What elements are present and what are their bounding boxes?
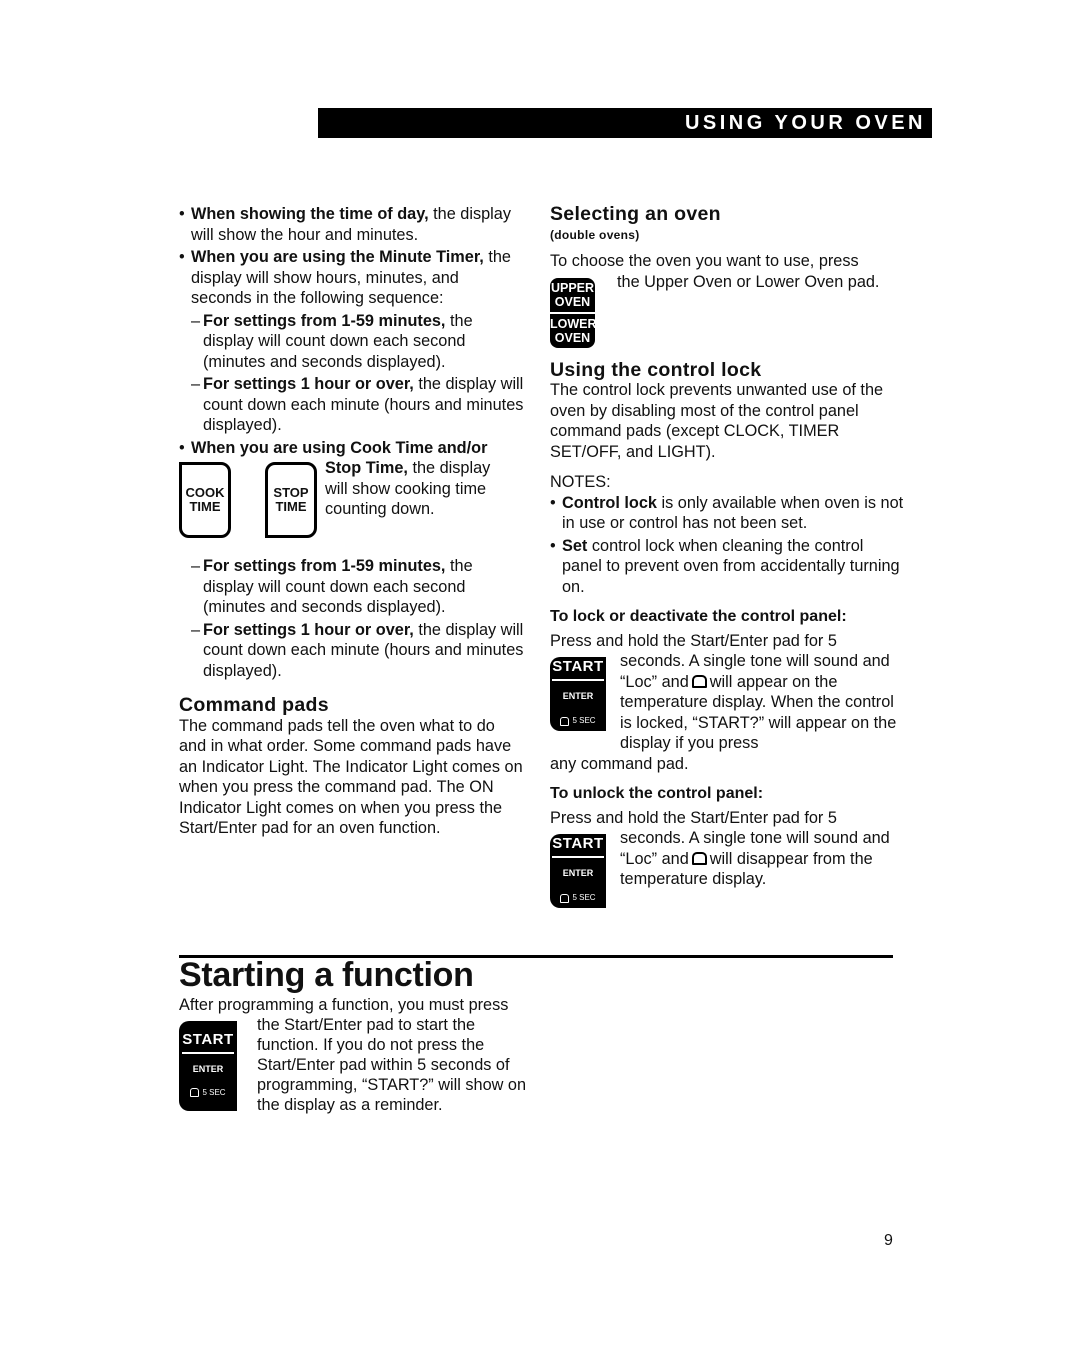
lock-steps-text: seconds. A single tone will sound and “L… <box>620 652 897 752</box>
left-column: When showing the time of day, the displa… <box>179 204 524 839</box>
starting-function-line1: After programming a function, you must p… <box>179 996 509 1014</box>
start-enter-pad-lock: START ENTER 5 SEC <box>550 657 606 731</box>
control-lock-body: The control lock prevents unwanted use o… <box>550 381 884 461</box>
cook-dash-1-hour: For settings 1 hour or over, the display… <box>179 620 524 682</box>
cook-time-pad: COOK TIME <box>179 462 231 538</box>
page-number: 9 <box>884 1232 893 1249</box>
stop-time-pad: STOP TIME <box>265 462 317 538</box>
cook-stop-pads-row: COOK TIME STOP TIME Stop Time, the display… <box>179 458 524 538</box>
oven-pads: UPPER OVEN LOWER OVEN <box>550 277 597 348</box>
start-enter-pad-unlock: START ENTER 5 SEC <box>550 834 606 908</box>
command-pads-body: The command pads tell the oven what to d… <box>179 716 523 838</box>
selecting-oven-subheading: (double ovens) <box>550 227 640 242</box>
lock-steps-row: START ENTER 5 SEC seconds. A single tone… <box>550 651 905 754</box>
bullet-minute-timer: When you are using the Minute Timer, the… <box>179 247 524 309</box>
timer-dash-1-59-minutes: For settings from 1-59 minutes, the disp… <box>179 311 524 373</box>
starting-function-heading: Starting a function <box>179 956 474 994</box>
right-column: Selecting an oven (double ovens) To choo… <box>550 204 905 908</box>
lock-steps-heading: To lock or deactivate the control panel: <box>550 608 847 625</box>
timer-dash-1-hour: For settings 1 hour or over, the display… <box>179 374 524 436</box>
section-header-title: USING YOUR OVEN <box>684 111 926 134</box>
lock-icon <box>190 1088 200 1097</box>
bullet-cook-time-heading: When you are using Cook Time and/or <box>179 438 524 459</box>
lock-icon <box>560 716 570 726</box>
lock-steps-line1: Press and hold the Start/Enter pad for 5 <box>550 631 837 650</box>
unlock-steps-text: seconds. A single tone will sound and “L… <box>620 829 890 888</box>
selecting-oven-heading: Selecting an oven <box>550 203 721 225</box>
lock-icon <box>691 674 707 688</box>
oven-pads-row: UPPER OVEN LOWER OVEN the Upper Oven or Lo… <box>550 272 905 348</box>
lock-icon <box>560 893 570 903</box>
note-set-lock: Set control lock when cleaning the contr… <box>550 536 905 598</box>
lock-steps-tail: any command pad. <box>550 754 689 773</box>
start-enter-pad-function: START ENTER 5 SEC <box>179 1021 237 1111</box>
selecting-oven-line2: the Upper Oven or Lower Oven pad. <box>617 272 880 291</box>
unlock-steps-line1: Press and hold the Start/Enter pad for 5 <box>550 808 837 827</box>
starting-function-section: After programming a function, you must p… <box>179 995 539 1115</box>
cook-dash-1-59-minutes: For settings from 1-59 minutes, the disp… <box>179 556 524 618</box>
bullet-time-of-day: When showing the time of day, the displa… <box>179 204 524 245</box>
notes-label: NOTES: <box>550 473 611 491</box>
lower-oven-pad: LOWER OVEN <box>550 313 597 348</box>
lock-icon <box>691 851 707 865</box>
selecting-oven-line1: To choose the oven you want to use, pres… <box>550 252 859 270</box>
upper-oven-pad: UPPER OVEN <box>550 277 595 312</box>
note-control-lock: Control lock is only available when oven… <box>550 493 905 534</box>
section-header-bar: USING YOUR OVEN <box>318 108 932 138</box>
unlock-steps-heading: To unlock the control panel: <box>550 785 764 802</box>
control-lock-heading: Using the control lock <box>550 358 762 381</box>
unlock-steps-row: START ENTER 5 SEC seconds. A single tone… <box>550 828 905 908</box>
starting-function-body: the Start/Enter pad to start the functio… <box>257 1016 527 1114</box>
command-pads-heading: Command pads <box>179 694 329 716</box>
starting-function-row: START ENTER 5 SEC the Start/Enter pad to… <box>179 1015 539 1115</box>
cook-time-text: Stop Time, the display will show cooking… <box>325 459 491 518</box>
